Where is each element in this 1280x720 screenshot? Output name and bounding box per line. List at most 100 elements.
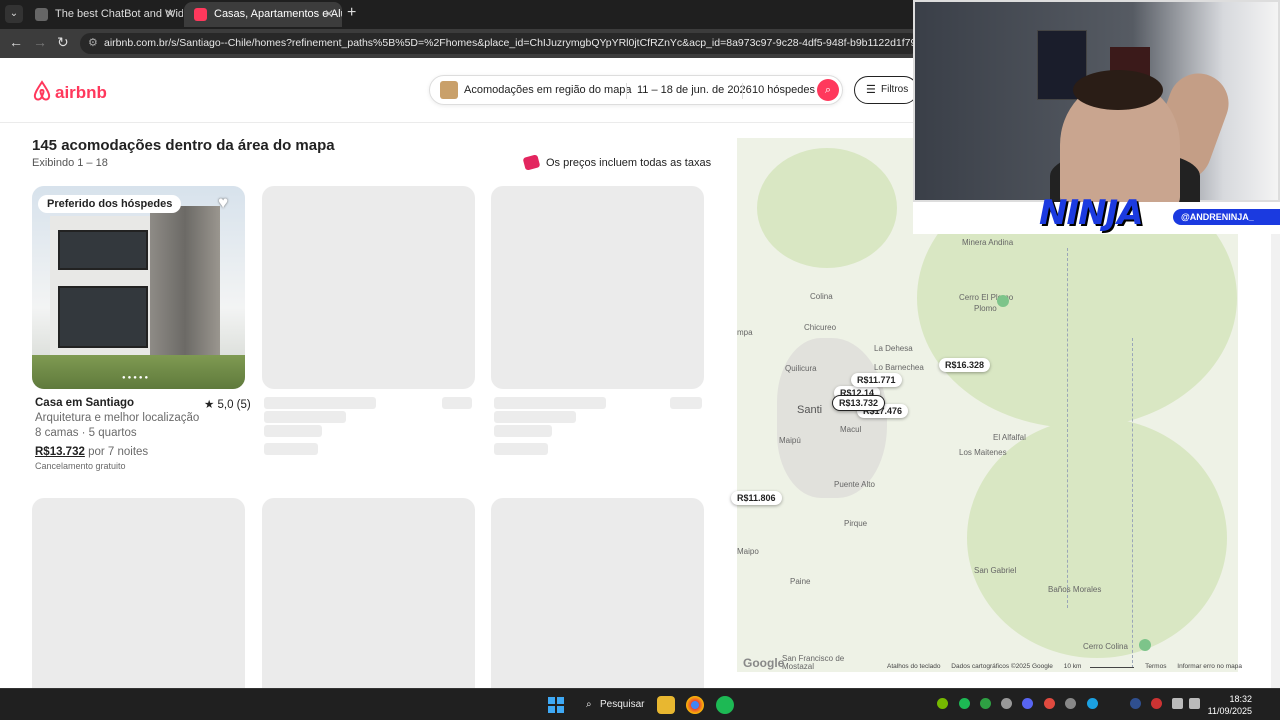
taskbar-clock[interactable]: 18:32 11/09/2025 (1207, 693, 1252, 717)
streamer-hair (1073, 70, 1163, 110)
chatbot-favicon-icon (35, 8, 48, 21)
site-info-icon[interactable]: ⚙ (88, 33, 98, 54)
filters-button[interactable]: ☰ Filtros (854, 76, 918, 104)
listing-title[interactable]: Casa em Santiago (35, 397, 134, 409)
search-location[interactable]: Acomodações em região do mapa (464, 84, 632, 96)
url-field[interactable]: ⚙ airbnb.com.br/s/Santiago--Chile/homes?… (80, 33, 920, 54)
tray-app-icon[interactable] (1065, 698, 1076, 709)
heart-icon[interactable]: ♥ (218, 193, 228, 213)
volume-icon[interactable] (1189, 698, 1200, 709)
text-placeholder (494, 411, 576, 423)
photo-lawn (32, 355, 245, 389)
windows-start-icon[interactable] (548, 697, 564, 713)
chrome-icon[interactable] (686, 696, 704, 714)
listing-placeholder (32, 498, 245, 701)
search-button[interactable]: ⌕ (817, 79, 839, 101)
tray-app-icon[interactable] (1044, 698, 1055, 709)
listing-description: Arquitetura e melhor localização (35, 412, 200, 424)
close-tab-icon[interactable]: ✕ (324, 2, 334, 27)
search-guests[interactable]: 10 hóspedes (752, 84, 815, 96)
map-label: Maipo (737, 547, 759, 556)
browser-tab[interactable]: The best ChatBot and Widgets ✕ (25, 2, 183, 27)
airbnb-logo[interactable]: airbnb (32, 80, 107, 103)
steam-icon[interactable] (1130, 698, 1141, 709)
map-label: Puente Alto (834, 480, 875, 489)
file-explorer-icon[interactable] (657, 696, 675, 714)
spotify-tray-icon[interactable] (959, 698, 970, 709)
results-title: 145 acomodações dentro da área do mapa (32, 137, 335, 154)
search-icon: ⌕ (586, 699, 592, 710)
airbnb-logo-icon (33, 80, 51, 101)
map-label: El Alfalfal (993, 433, 1026, 442)
divider (742, 83, 743, 99)
text-placeholder (494, 425, 552, 437)
new-tab-icon[interactable]: + (347, 4, 356, 22)
price-tag-icon (522, 154, 541, 171)
map-label: Lo Barnechea (874, 363, 924, 372)
close-tab-icon[interactable]: ✕ (165, 2, 175, 27)
nvidia-icon[interactable] (937, 698, 948, 709)
microphone-icon[interactable] (1151, 698, 1162, 709)
map-label: Chicureo (804, 323, 837, 332)
keyboard-shortcuts-link[interactable]: Atalhos do teclado (887, 663, 940, 670)
taskbar-search[interactable]: ⌕ Pesquisar (580, 695, 644, 715)
listing-price-row: R$13.732 por 7 noites (35, 446, 148, 458)
text-placeholder (264, 397, 376, 409)
listing-placeholder (491, 498, 704, 701)
reload-icon[interactable]: ↻ (57, 34, 69, 51)
report-error-link[interactable]: Informar erro no mapa (1177, 663, 1242, 670)
map-label: Paine (790, 577, 811, 586)
price-pin-selected[interactable]: R$13.732 (832, 395, 886, 411)
text-placeholder (442, 397, 472, 409)
peak-marker-icon[interactable] (1139, 639, 1151, 651)
network-icon[interactable] (1172, 698, 1183, 709)
text-placeholder (494, 443, 548, 455)
photo-stone-wall (150, 206, 220, 358)
tray-app-icon[interactable] (1087, 698, 1098, 709)
house-icon (440, 81, 458, 99)
forward-arrow-icon[interactable]: → (33, 34, 47, 50)
text-placeholder (264, 411, 346, 423)
price-pin[interactable]: R$16.328 (939, 358, 991, 372)
listing-placeholder (491, 186, 704, 389)
clock-time: 18:32 (1229, 694, 1252, 704)
map-label: Baños Morales (1048, 585, 1102, 594)
browser-tab-active[interactable]: Casas, Apartamentos e Aluguéi ✕ (184, 2, 342, 27)
map-label: San Francisco de Mostazal (782, 654, 845, 671)
divider (626, 83, 627, 99)
listing-price-suffix: por 7 noites (88, 446, 149, 458)
tray-app-icon[interactable] (980, 698, 991, 709)
discord-icon[interactable] (1022, 698, 1033, 709)
peak-marker-icon[interactable] (997, 295, 1009, 307)
search-dates[interactable]: 11 – 18 de jun. de 2026 (637, 84, 752, 96)
scale-bar (1090, 664, 1135, 668)
map-label: La Dehesa (874, 344, 913, 353)
guest-favorite-badge: Preferido dos hóspedes (38, 195, 182, 213)
listing-price[interactable]: R$13.732 (35, 446, 85, 458)
listing-beds: 8 camas · 5 quartos (35, 427, 137, 439)
steelseries-icon[interactable] (1001, 698, 1012, 709)
map-scale[interactable]: 10 km (1064, 663, 1082, 670)
listing-rating: ★ 5,0 (5) (204, 399, 251, 411)
tab-search-icon[interactable]: ⌄ (5, 5, 23, 23)
price-pin[interactable]: R$11.806 (731, 491, 782, 505)
map-data-text: Dados cartográficos ©2025 Google (951, 663, 1053, 670)
back-arrow-icon[interactable]: ← (9, 34, 23, 50)
price-note: Os preços incluem todas as taxas (522, 154, 711, 171)
map-label: Colina (810, 292, 833, 301)
spotify-icon[interactable] (716, 696, 734, 714)
map-label: Santi (797, 404, 823, 416)
border-line (1132, 338, 1133, 668)
listing-photo[interactable]: ●●●●● (32, 186, 245, 389)
taskbar-search-label: Pesquisar (600, 699, 645, 710)
map-label: Minera Andina (962, 238, 1014, 247)
terms-link[interactable]: Termos (1145, 663, 1166, 670)
results-subtitle: Exibindo 1 – 18 (32, 157, 108, 169)
tab-label: Casas, Apartamentos e Aluguéi (214, 8, 342, 20)
text-placeholder (494, 397, 606, 409)
carousel-dots[interactable]: ●●●●● (122, 375, 150, 381)
price-pin[interactable]: R$11.771 (851, 373, 902, 387)
map-label: Quilicura (785, 364, 817, 373)
search-bar[interactable]: Acomodações em região do mapa 11 – 18 de… (429, 75, 843, 105)
filters-label: Filtros (881, 84, 909, 95)
